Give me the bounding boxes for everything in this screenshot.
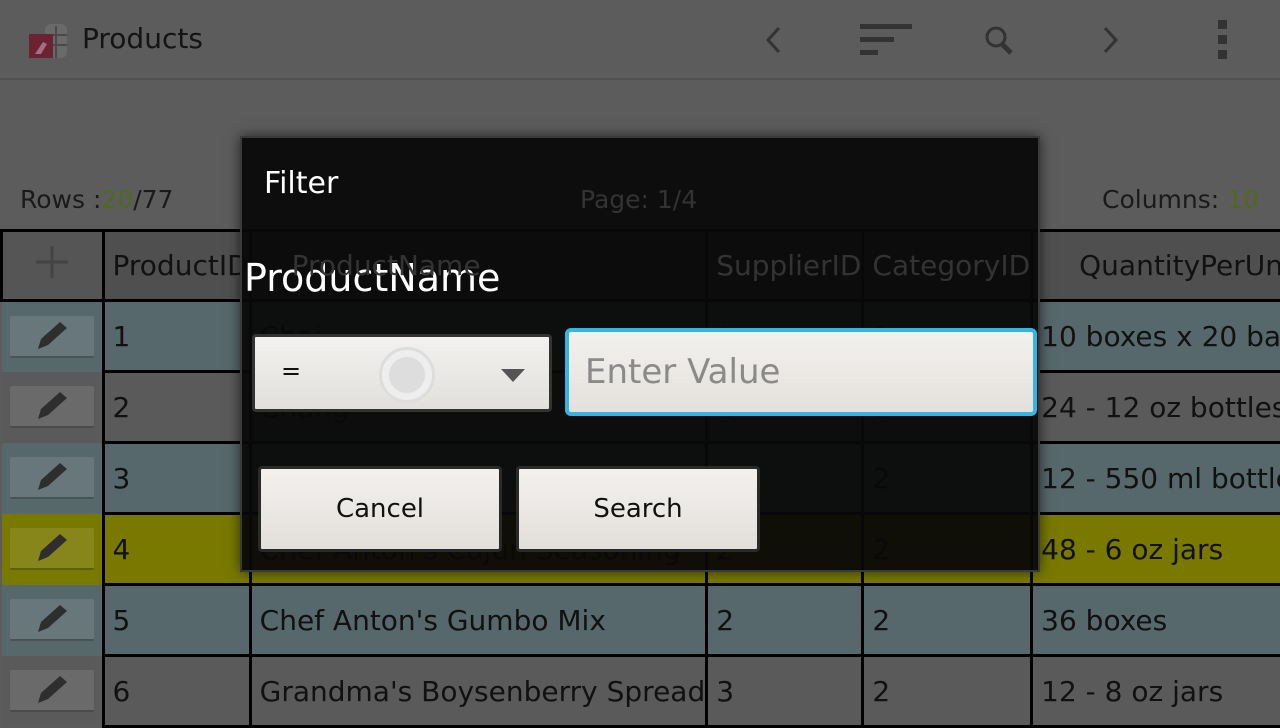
edit-row-button[interactable] — [10, 316, 94, 358]
edit-cell — [2, 372, 104, 443]
cell-id: 3 — [103, 443, 250, 514]
header-productid[interactable]: ProductID — [103, 231, 250, 301]
edit-row-button[interactable] — [10, 386, 94, 428]
cell-supplier: 3 — [707, 656, 863, 727]
columns-label: Columns: — [1102, 185, 1227, 214]
rows-total: /77 — [133, 185, 173, 214]
operator-dropdown[interactable]: = — [252, 334, 552, 412]
cell-name: Grandma's Boysenberry Spread — [250, 656, 707, 727]
overflow-menu-icon[interactable] — [1202, 20, 1246, 60]
edit-cell — [2, 514, 104, 585]
edit-cell — [2, 443, 104, 514]
search-button[interactable]: Search — [516, 466, 760, 552]
cell-category: 2 — [863, 656, 1032, 727]
pencil-icon — [32, 460, 72, 494]
plus-icon — [32, 242, 72, 282]
pencil-icon — [32, 319, 72, 353]
edit-row-button[interactable] — [10, 457, 94, 499]
filter-dialog: Filter ProductName = Cancel Search — [240, 136, 1040, 572]
cell-id: 5 — [103, 585, 250, 656]
page-title: Products — [82, 22, 203, 55]
dialog-title: Filter — [264, 166, 338, 201]
add-row-button[interactable] — [2, 231, 104, 301]
pencil-icon — [32, 673, 72, 707]
cell-qty: 12 - 8 oz jars — [1032, 656, 1280, 727]
rows-label: Rows : — [20, 185, 101, 214]
cell-qty: 48 - 6 oz jars — [1032, 514, 1280, 585]
edit-row-button[interactable] — [10, 670, 94, 712]
cell-id: 1 — [103, 301, 250, 372]
action-bar: Products — [0, 0, 1280, 80]
cell-id: 4 — [103, 514, 250, 585]
edit-row-button[interactable] — [10, 528, 94, 570]
table-row[interactable]: 6Grandma's Boysenberry Spread3212 - 8 oz… — [2, 656, 1280, 727]
table-row[interactable]: 5Chef Anton's Gumbo Mix2236 boxes — [2, 585, 1280, 656]
edit-cell — [2, 585, 104, 656]
cancel-button[interactable]: Cancel — [258, 466, 502, 552]
cell-qty: 12 - 550 ml bottles — [1032, 443, 1280, 514]
edit-cell — [2, 301, 104, 372]
cell-name: Chef Anton's Gumbo Mix — [250, 585, 707, 656]
edit-cell — [2, 656, 104, 727]
columns-count: Columns: 10 — [1102, 185, 1259, 214]
app-database-icon — [27, 22, 69, 60]
search-icon[interactable] — [978, 20, 1022, 60]
operator-value: = — [281, 357, 301, 385]
cell-qty: 10 boxes x 20 bags — [1032, 301, 1280, 372]
cell-qty: 24 - 12 oz bottles — [1032, 372, 1280, 443]
cell-category: 2 — [863, 585, 1032, 656]
columns-value: 10 — [1227, 185, 1259, 214]
chevron-left-icon[interactable] — [752, 20, 796, 60]
cell-id: 2 — [103, 372, 250, 443]
pencil-icon — [32, 602, 72, 636]
edit-row-button[interactable] — [10, 599, 94, 641]
pencil-icon — [32, 531, 72, 565]
filter-field-label: ProductName — [244, 256, 500, 300]
header-quantityperunit[interactable]: QuantityPerUnit — [1032, 231, 1280, 301]
cell-qty: 36 boxes — [1032, 585, 1280, 656]
rows-count: Rows :20/77 — [20, 185, 173, 214]
pencil-icon — [32, 389, 72, 423]
sort-icon[interactable] — [860, 20, 914, 60]
rows-shown: 20 — [101, 185, 133, 214]
ripple-indicator — [379, 347, 435, 403]
dropdown-arrow-icon — [501, 369, 525, 382]
cell-supplier: 2 — [707, 585, 863, 656]
filter-value-input[interactable] — [565, 328, 1037, 416]
chevron-right-icon[interactable] — [1088, 20, 1132, 60]
cell-id: 6 — [103, 656, 250, 727]
